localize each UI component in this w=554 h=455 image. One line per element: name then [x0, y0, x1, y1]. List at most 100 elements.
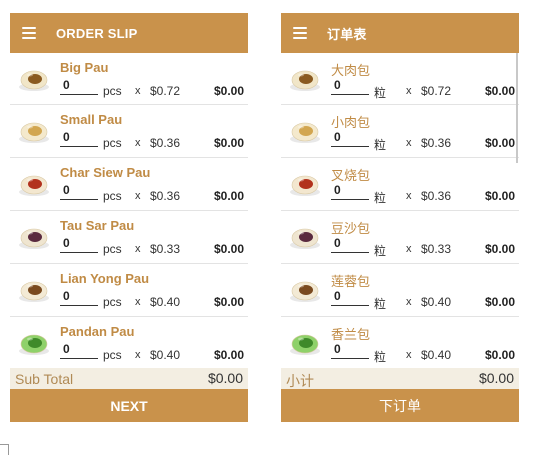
corner-fragment [0, 444, 9, 455]
line-total: $0.00 [484, 295, 515, 309]
order-slip-screen-zh: 订单表 大肉包 0 粒 x $0.72 $0.00 小肉包 0 粒 x $0.36 $0.00 叉烧包 0… [281, 13, 519, 422]
item-name: 香兰包 [331, 327, 371, 342]
next-button[interactable]: NEXT [10, 389, 248, 422]
hamburger-menu-icon[interactable] [293, 27, 307, 39]
subtotal-label: Sub Total [15, 371, 74, 387]
unit-label: 粒 [374, 297, 387, 311]
order-item-row: Small Pau 0 pcs x $0.36 $0.00 [10, 105, 248, 158]
quantity-input[interactable]: 0 [331, 183, 369, 200]
page-title: ORDER SLIP [56, 25, 138, 41]
order-item-row: 大肉包 0 粒 x $0.72 $0.00 [281, 53, 519, 105]
line-total: $0.00 [213, 295, 244, 309]
list-scrollbar[interactable] [516, 53, 518, 163]
multiply-sign: x [135, 85, 141, 97]
line-total: $0.00 [484, 136, 515, 150]
subtotal-amount: $0.00 [478, 370, 514, 386]
line-total: $0.00 [213, 84, 244, 98]
item-name: Lian Yong Pau [60, 271, 150, 286]
quantity-input[interactable]: 0 [60, 236, 98, 253]
item-name: 豆沙包 [331, 221, 371, 236]
multiply-sign: x [135, 190, 141, 202]
unit-label: 粒 [374, 350, 387, 364]
order-item-list: Big Pau 0 pcs x $0.72 $0.00 Small Pau 0 pcs x $0.3… [10, 53, 248, 368]
multiply-sign: x [406, 85, 412, 97]
quantity-input[interactable]: 0 [331, 289, 369, 306]
quantity-input[interactable]: 0 [60, 78, 98, 95]
item-name: 莲蓉包 [331, 274, 371, 289]
multiply-sign: x [406, 349, 412, 361]
subtotal-bar: 小计 $0.00 [281, 368, 519, 389]
multiply-sign: x [135, 137, 141, 149]
item-name: 叉烧包 [331, 168, 371, 183]
order-item-row: 小肉包 0 粒 x $0.36 $0.00 [281, 105, 519, 158]
order-item-row: Big Pau 0 pcs x $0.72 $0.00 [10, 53, 248, 105]
unit-label: pcs [103, 242, 122, 256]
order-item-row: Lian Yong Pau 0 pcs x $0.40 $0.00 [10, 264, 248, 317]
item-name: 小肉包 [331, 115, 371, 130]
unit-price: $0.40 [150, 295, 181, 309]
item-name: 大肉包 [331, 63, 371, 78]
order-slip-screen-en: ORDER SLIP Big Pau 0 pcs x $0.72 $0.00 Small P… [10, 13, 248, 422]
order-item-row: Char Siew Pau 0 pcs x $0.36 $0.00 [10, 158, 248, 211]
quantity-input[interactable]: 0 [60, 342, 98, 359]
quantity-input[interactable]: 0 [60, 130, 98, 147]
order-item-row: 豆沙包 0 粒 x $0.33 $0.00 [281, 211, 519, 264]
item-name: Char Siew Pau [60, 165, 151, 180]
item-name: Big Pau [60, 60, 109, 75]
app-bar: 订单表 [281, 13, 519, 53]
line-total: $0.00 [484, 189, 515, 203]
multiply-sign: x [406, 190, 412, 202]
place-order-button[interactable]: 下订单 [281, 389, 519, 422]
unit-price: $0.36 [421, 189, 452, 203]
line-total: $0.00 [484, 84, 515, 98]
order-item-row: 莲蓉包 0 粒 x $0.40 $0.00 [281, 264, 519, 317]
multiply-sign: x [135, 349, 141, 361]
page-title: 订单表 [327, 26, 367, 42]
unit-price: $0.40 [421, 348, 452, 362]
order-item-row: Pandan Pau 0 pcs x $0.40 $0.00 [10, 317, 248, 368]
multiply-sign: x [406, 296, 412, 308]
line-total: $0.00 [213, 136, 244, 150]
quantity-input[interactable]: 0 [60, 183, 98, 200]
quantity-input[interactable]: 0 [331, 236, 369, 253]
unit-label: pcs [103, 295, 122, 309]
line-total: $0.00 [213, 189, 244, 203]
order-item-row: Tau Sar Pau 0 pcs x $0.33 $0.00 [10, 211, 248, 264]
unit-label: 粒 [374, 138, 387, 152]
unit-price: $0.36 [150, 189, 181, 203]
unit-price: $0.33 [150, 242, 181, 256]
unit-label: pcs [103, 189, 122, 203]
item-name: Pandan Pau [60, 324, 135, 339]
unit-price: $0.72 [421, 84, 452, 98]
subtotal-label: 小计 [286, 373, 314, 389]
unit-price: $0.40 [150, 348, 181, 362]
unit-label: 粒 [374, 191, 387, 205]
hamburger-menu-icon[interactable] [22, 27, 36, 39]
quantity-input[interactable]: 0 [60, 289, 98, 306]
item-name: Tau Sar Pau [60, 218, 135, 233]
unit-label: pcs [103, 348, 122, 362]
unit-price: $0.36 [150, 136, 181, 150]
quantity-input[interactable]: 0 [331, 130, 369, 147]
unit-label: pcs [103, 84, 122, 98]
line-total: $0.00 [484, 242, 515, 256]
order-item-row: 香兰包 0 粒 x $0.40 $0.00 [281, 317, 519, 368]
unit-price: $0.36 [421, 136, 452, 150]
line-total: $0.00 [213, 348, 244, 362]
multiply-sign: x [406, 137, 412, 149]
multiply-sign: x [135, 243, 141, 255]
unit-price: $0.33 [421, 242, 452, 256]
multiply-sign: x [406, 243, 412, 255]
unit-label: pcs [103, 136, 122, 150]
quantity-input[interactable]: 0 [331, 78, 369, 95]
line-total: $0.00 [484, 348, 515, 362]
unit-price: $0.72 [150, 84, 181, 98]
subtotal-bar: Sub Total $0.00 [10, 368, 248, 389]
app-bar: ORDER SLIP [10, 13, 248, 53]
line-total: $0.00 [213, 242, 244, 256]
multiply-sign: x [135, 296, 141, 308]
unit-price: $0.40 [421, 295, 452, 309]
unit-label: 粒 [374, 244, 387, 258]
quantity-input[interactable]: 0 [331, 342, 369, 359]
subtotal-amount: $0.00 [207, 370, 243, 386]
